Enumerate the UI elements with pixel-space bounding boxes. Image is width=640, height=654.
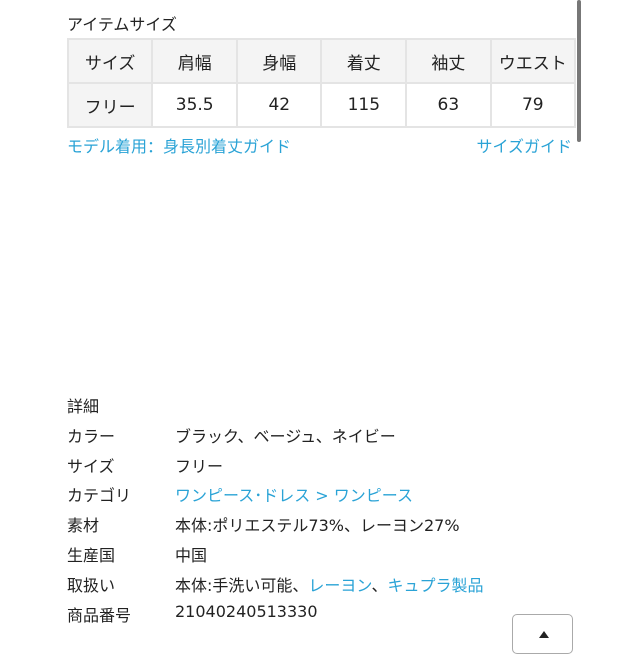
back-to-top-button[interactable] — [512, 614, 573, 654]
care-link-rayon[interactable]: レーヨン — [308, 576, 371, 595]
value: フリー — [175, 457, 224, 476]
detail-row-size: サイズ フリー — [67, 453, 223, 477]
detail-row-care: 取扱い 本体:手洗い可能、レーヨン、キュプラ製品 — [67, 572, 483, 596]
cell: 35.5 — [151, 82, 239, 128]
label: 取扱い — [67, 576, 116, 595]
category-link-onepiece[interactable]: ワンピース — [334, 486, 413, 505]
cell: 63 — [405, 82, 492, 128]
table-header-row: サイズ 肩幅 身幅 着丈 袖丈 ウエスト — [67, 38, 576, 84]
value: 21040240513330 — [175, 602, 318, 621]
cell: フリー — [67, 82, 154, 128]
care-separator: 、 — [371, 576, 388, 595]
care-link-cupra[interactable]: キュプラ製品 — [387, 576, 483, 595]
header-cell: 着丈 — [320, 38, 408, 84]
category-link-dress[interactable]: ワンピース･ドレス — [175, 486, 310, 505]
label: 生産国 — [67, 546, 116, 565]
cell: 115 — [320, 82, 408, 128]
detail-row-item-number: 商品番号 21040240513330 — [67, 602, 318, 626]
label: 商品番号 — [67, 606, 132, 625]
table-row: フリー 35.5 42 115 63 79 — [67, 82, 576, 128]
header-cell: サイズ — [67, 38, 154, 84]
header-cell: 袖丈 — [405, 38, 492, 84]
caret-up-icon — [539, 631, 549, 638]
model-size-guide-link[interactable]: モデル着用：身長別着丈ガイド — [67, 133, 291, 157]
category-separator: > — [310, 486, 334, 505]
cell: 42 — [236, 82, 323, 128]
value: 本体:ポリエステル73%、レーヨン27% — [175, 516, 460, 535]
label: 素材 — [67, 516, 100, 535]
details-title: 詳細 — [67, 397, 100, 416]
scrollbar[interactable] — [577, 0, 581, 142]
label: カテゴリ — [67, 486, 132, 505]
value: 本体:手洗い可能、 — [175, 576, 309, 595]
header-cell: ウエスト — [489, 38, 576, 84]
label: サイズ — [67, 457, 115, 476]
size-table-scroll[interactable]: サイズ 肩幅 身幅 着丈 袖丈 ウエスト フリー 35.5 42 115 63 … — [67, 38, 576, 130]
value: ブラック、ベージュ、ネイビー — [175, 427, 396, 446]
value: 中国 — [175, 546, 208, 565]
size-table: サイズ 肩幅 身幅 着丈 袖丈 ウエスト フリー 35.5 42 115 63 … — [67, 38, 576, 128]
header-cell: 肩幅 — [151, 38, 239, 84]
detail-row-origin: 生産国 中国 — [67, 542, 207, 566]
detail-row-material: 素材 本体:ポリエステル73%、レーヨン27% — [67, 512, 460, 536]
detail-row-category: カテゴリ ワンピース･ドレス > ワンピース — [67, 482, 413, 506]
header-cell: 身幅 — [236, 38, 323, 84]
label: カラー — [67, 427, 116, 446]
item-size-title: アイテムサイズ — [67, 15, 177, 34]
size-guide-link[interactable]: サイズガイド — [476, 133, 572, 157]
detail-row-color: カラー ブラック、ベージュ、ネイビー — [67, 423, 396, 447]
cell: 79 — [489, 82, 576, 128]
